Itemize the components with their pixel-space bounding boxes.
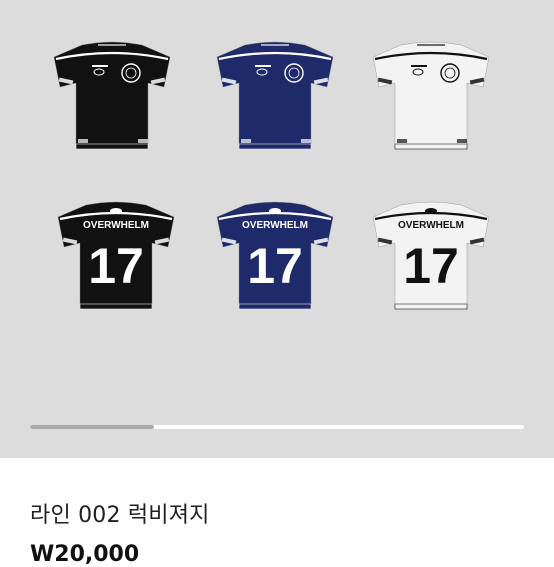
jersey-black-number-image: OVERWHELM 17 — [56, 195, 176, 315]
jersey-black-image — [52, 35, 172, 155]
gallery-progress-fill — [30, 425, 154, 429]
gallery-progress-bar — [30, 425, 524, 429]
jersey-navy-image — [215, 35, 335, 155]
svg-text:OVERWHELM: OVERWHELM — [242, 220, 308, 231]
product-price: W20,000 — [30, 542, 140, 567]
jersey-navy-number-image: OVERWHELM 17 — [215, 195, 335, 315]
svg-text:OVERWHELM: OVERWHELM — [398, 220, 464, 231]
product-title: 라인 002 럭비져지 — [30, 503, 210, 528]
svg-text:17: 17 — [247, 238, 303, 294]
jersey-white-image — [371, 35, 491, 155]
svg-text:OVERWHELM: OVERWHELM — [83, 220, 149, 231]
product-image-gallery[interactable]: OVERWHELM 17 OVERWHELM 17 OVERWHELM 17 — [0, 0, 554, 458]
svg-text:17: 17 — [88, 238, 144, 294]
svg-text:17: 17 — [403, 238, 459, 294]
jersey-white-number-image: OVERWHELM 17 — [371, 195, 491, 315]
